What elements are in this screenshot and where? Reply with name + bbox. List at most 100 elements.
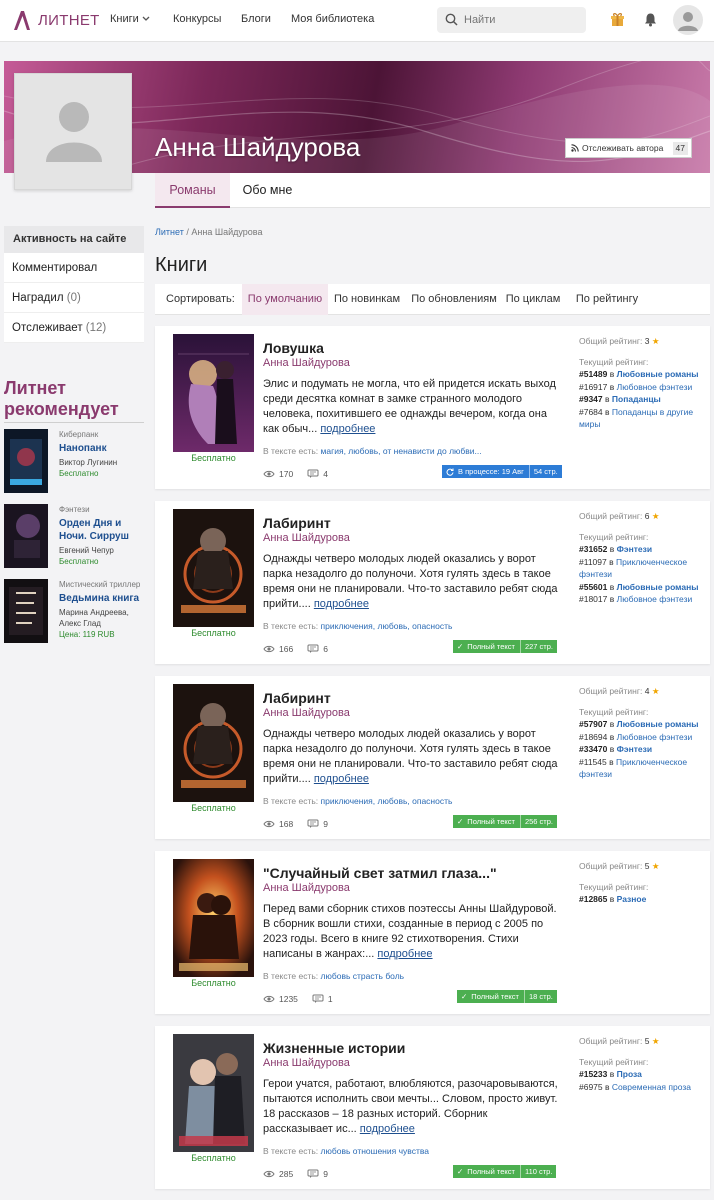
tab-novels[interactable]: Романы — [155, 173, 230, 208]
user-avatar[interactable] — [673, 5, 703, 35]
sort-rating[interactable]: По рейтингу — [573, 284, 641, 315]
more-link[interactable]: подробнее — [377, 948, 432, 960]
search-input[interactable] — [464, 10, 579, 30]
rank-category[interactable]: Любовное фэнтези — [617, 732, 693, 742]
activity-commented[interactable]: Комментировал — [4, 253, 144, 283]
nav-blogs[interactable]: Блоги — [241, 13, 271, 25]
recommendation-item[interactable]: Киберпанк Нанопанк Виктор Лугинин Беспла… — [4, 429, 149, 495]
book-cover[interactable] — [173, 1034, 254, 1152]
rec-author[interactable]: Марина Андреева, Алекс Глад — [59, 607, 149, 629]
activity-following[interactable]: Отслеживает (12) — [4, 313, 144, 343]
book-author[interactable]: Анна Шайдурова — [263, 357, 350, 369]
rec-cover[interactable] — [4, 504, 48, 568]
book-title[interactable]: Лабиринт — [263, 515, 331, 531]
rank-category[interactable]: Любовное фэнтези — [617, 382, 693, 392]
tags-list[interactable]: приключения, любовь, опасность — [321, 796, 453, 806]
status-badge: ✓ Полный текст 256 стр. — [453, 815, 557, 828]
search-box[interactable] — [437, 7, 586, 33]
book-tags: В тексте есть: магия, любовь, от ненавис… — [263, 446, 563, 456]
rec-cover[interactable] — [4, 579, 48, 643]
book-title[interactable]: Ловушка — [263, 340, 324, 356]
user-avatar-icon — [678, 12, 698, 31]
sort-default[interactable]: По умолчанию — [242, 284, 328, 315]
book-title[interactable]: Жизненные истории — [263, 1040, 405, 1056]
rec-title[interactable]: Орден Дня и Ночи. Сирруш — [59, 517, 149, 543]
overall-rating-label: Общий рейтинг: — [579, 1036, 643, 1046]
nav-contests[interactable]: Конкурсы — [173, 13, 221, 25]
nav-my-library[interactable]: Моя библиотека — [291, 13, 374, 25]
more-link[interactable]: подробнее — [314, 598, 369, 610]
rank-position: #11097 — [579, 556, 607, 567]
book-title[interactable]: Лабиринт — [263, 690, 331, 706]
book-cover[interactable] — [173, 859, 254, 977]
activity-awarded[interactable]: Наградил (0) — [4, 283, 144, 313]
tags-list[interactable]: приключения, любовь, опасность — [321, 621, 453, 631]
book-cover[interactable] — [173, 684, 254, 802]
rank-position: #18694 — [579, 731, 608, 742]
tags-list[interactable]: любовь страсть боль — [321, 971, 405, 981]
status-badge: В процессе: 19 Авг 54 стр. — [442, 465, 562, 478]
rank-category[interactable]: Любовные романы — [617, 369, 699, 379]
rec-genre: Фэнтези — [59, 505, 90, 514]
rank-in: в — [609, 756, 614, 767]
more-link[interactable]: подробнее — [360, 1123, 415, 1135]
book-author[interactable]: Анна Шайдурова — [263, 882, 350, 894]
rec-cover[interactable] — [4, 429, 48, 493]
logo-icon — [14, 11, 30, 30]
comments-count: 9 — [323, 819, 328, 829]
rank-in: в — [609, 719, 615, 729]
sort-updates[interactable]: По обновлениям — [409, 284, 499, 315]
rank-in: в — [609, 744, 615, 754]
book-stats: 166 6 — [263, 643, 328, 655]
book-author[interactable]: Анна Шайдурова — [263, 1057, 350, 1069]
rec-title[interactable]: Нанопанк — [59, 442, 149, 455]
bell-icon[interactable] — [643, 12, 658, 27]
rank-category[interactable]: Попаданцы — [612, 394, 661, 404]
chevron-down-icon — [142, 16, 150, 21]
check-icon: ✓ — [461, 992, 468, 1001]
site-logo[interactable]: ЛИТНЕТ — [12, 8, 100, 32]
sort-newest[interactable]: По новинкам — [331, 284, 403, 315]
comments-icon — [312, 994, 324, 1003]
book-cover[interactable] — [173, 334, 254, 452]
rank-in: в — [605, 394, 610, 404]
book-author[interactable]: Анна Шайдурова — [263, 707, 350, 719]
book-title[interactable]: "Случайный свет затмил глаза..." — [263, 865, 497, 881]
overall-rating-value: 3 — [644, 336, 650, 346]
rank-position: #31652 — [579, 544, 608, 554]
recommendation-item[interactable]: Фэнтези Орден Дня и Ночи. Сирруш Евгений… — [4, 504, 149, 570]
rank-category[interactable]: Фэнтези — [617, 744, 652, 754]
rank-in: в — [609, 544, 615, 554]
tab-about[interactable]: Обо мне — [230, 173, 305, 208]
recommendation-item[interactable]: Мистический триллер Ведьмина книга Марин… — [4, 579, 149, 645]
gift-icon[interactable] — [610, 12, 625, 27]
rank-category[interactable]: Любовные романы — [617, 582, 699, 592]
book-author[interactable]: Анна Шайдурова — [263, 532, 350, 544]
price-free: Бесплатно — [191, 453, 236, 463]
book-cover[interactable] — [173, 509, 254, 627]
rec-author[interactable]: Евгений Чепур — [59, 545, 149, 556]
rec-author[interactable]: Виктор Лугинин — [59, 457, 149, 468]
rank-category[interactable]: Проза — [617, 1069, 642, 1079]
rank-category[interactable]: Современная проза — [612, 1082, 691, 1092]
rank-item: #9347 в Попаданцы — [579, 393, 707, 406]
rec-title[interactable]: Ведьмина книга — [59, 592, 149, 605]
breadcrumb-root[interactable]: Литнет — [155, 227, 184, 237]
rank-position: #55601 — [579, 581, 608, 592]
rank-item: #33470 в Фэнтези — [579, 743, 707, 756]
sort-label: Сортировать: — [166, 293, 235, 305]
more-link[interactable]: подробнее — [314, 773, 369, 785]
tags-list[interactable]: любовь отношения чувства — [321, 1146, 429, 1156]
more-link[interactable]: подробнее — [320, 423, 375, 435]
rank-category[interactable]: Любовное фэнтези — [617, 594, 693, 604]
sort-series[interactable]: По циклам — [505, 284, 561, 315]
follow-author-button[interactable]: Отслеживать автора 47 — [565, 138, 692, 158]
rank-category[interactable]: Разное — [617, 894, 647, 904]
nav-books[interactable]: Книги — [110, 13, 150, 25]
book-card: Бесплатно Лабиринт Анна Шайдурова Однажд… — [155, 676, 710, 839]
tags-list[interactable]: магия, любовь, от ненависти до любви... — [321, 446, 482, 456]
rank-category[interactable]: Любовные романы — [617, 719, 699, 729]
rank-category[interactable]: Фэнтези — [617, 544, 652, 554]
current-rating-label: Текущий рейтинг: — [579, 706, 649, 717]
profile-tabs: Романы Обо мне — [155, 173, 710, 208]
